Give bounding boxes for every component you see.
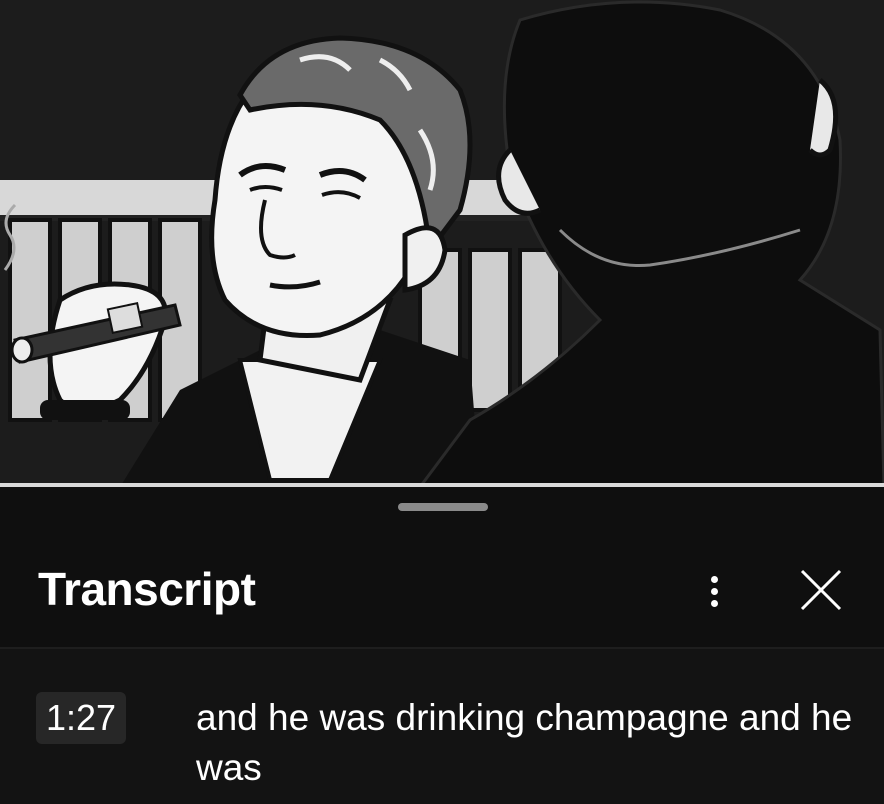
segment-text: and he was drinking champagne and he was	[196, 697, 853, 788]
transcript-segment[interactable]: 1:27 and he was drinking champagne and h…	[0, 649, 884, 804]
panel-title: Transcript	[38, 563, 256, 615]
close-icon[interactable]	[794, 567, 846, 615]
video-frame-illustration	[0, 0, 884, 487]
more-vert-icon[interactable]	[696, 567, 732, 615]
drag-handle[interactable]	[398, 503, 488, 511]
transcript-panel: Transcript 1:27 and he was drinking cham…	[0, 487, 884, 804]
segment-timestamp[interactable]: 1:27	[36, 692, 127, 744]
video-player[interactable]	[0, 0, 884, 487]
